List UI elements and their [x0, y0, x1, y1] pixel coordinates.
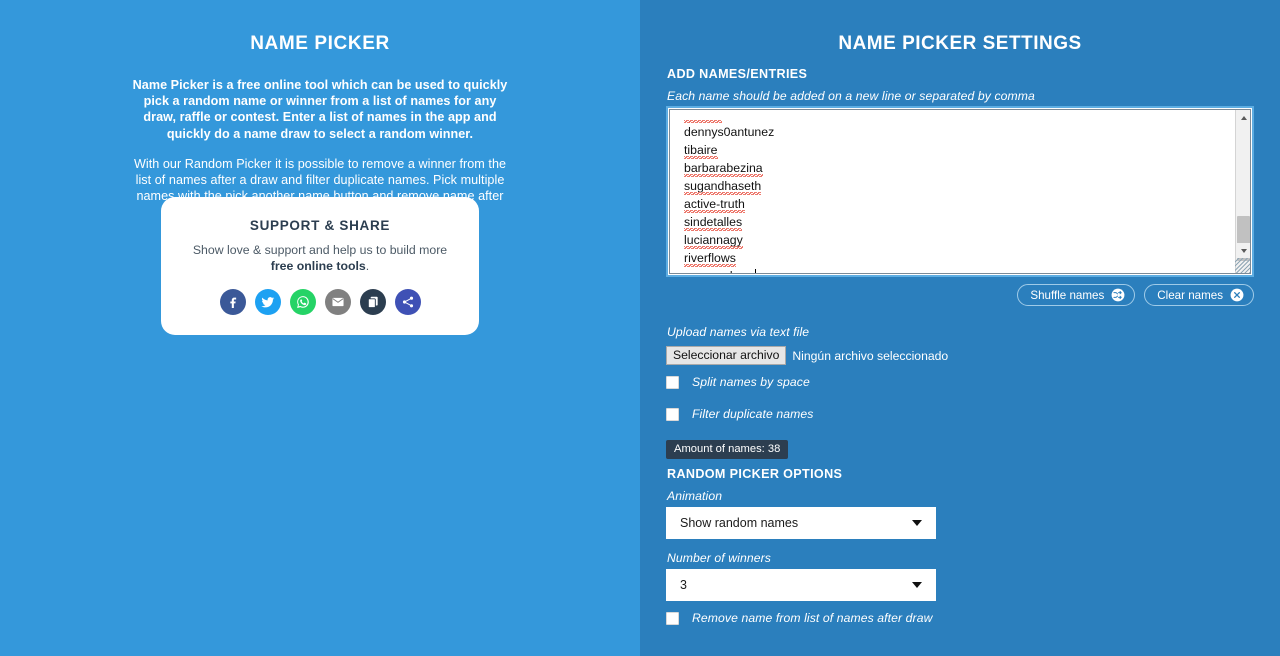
- whatsapp-share-icon[interactable]: [289, 289, 316, 315]
- list-item: sindetalles: [684, 215, 743, 231]
- winners-label: Number of winners: [667, 551, 771, 565]
- name-partial-scrolled: [684, 110, 722, 123]
- winners-select[interactable]: 3: [666, 569, 936, 601]
- add-names-hint: Each name should be added on a new line …: [667, 89, 1035, 103]
- facebook-share-icon[interactable]: [219, 289, 246, 315]
- animation-selected-value: Show random names: [680, 516, 799, 530]
- animation-label: Animation: [667, 489, 723, 503]
- list-item: riverflows: [684, 251, 736, 267]
- file-status-text: Ningún archivo seleccionado: [792, 348, 949, 363]
- shuffle-names-label: Shuffle names: [1030, 288, 1105, 302]
- page-title: NAME PICKER: [250, 33, 390, 54]
- support-subtitle-suffix: .: [365, 259, 370, 273]
- shuffle-names-button[interactable]: Shuffle names: [1017, 284, 1136, 306]
- list-item: sugandhaseth: [684, 179, 762, 195]
- support-card-subtitle: Show love & support and help us to build…: [181, 242, 459, 274]
- filter-duplicates-option[interactable]: Filter duplicate names: [666, 407, 813, 421]
- left-info-panel: NAME PICKER Name Picker is a free online…: [0, 0, 640, 656]
- share-button-row: [181, 289, 459, 315]
- split-names-option[interactable]: Split names by space: [666, 375, 810, 389]
- upload-label: Upload names via text file: [667, 325, 810, 339]
- names-action-buttons: Shuffle names Clear names: [1017, 284, 1254, 306]
- list-item: tibaire: [684, 143, 718, 159]
- remove-after-draw-option[interactable]: Remove name from list of names after dra…: [666, 611, 933, 625]
- select-file-button[interactable]: Seleccionar archivo: [666, 346, 787, 365]
- winners-selected-value: 3: [680, 578, 687, 592]
- chevron-down-icon: [912, 520, 922, 526]
- name-picker-app: NAME PICKER Name Picker is a free online…: [0, 0, 1280, 656]
- support-subtitle-prefix: Show love & support and help us to build…: [192, 243, 448, 257]
- remove-after-draw-checkbox[interactable]: [666, 611, 679, 625]
- scroll-up-icon[interactable]: [1236, 110, 1250, 125]
- picker-options-heading: RANDOM PICKER OPTIONS: [667, 467, 843, 481]
- clear-names-label: Clear names: [1157, 288, 1223, 302]
- support-and-share-card: SUPPORT & SHARE Show love & support and …: [161, 197, 479, 335]
- share-icon[interactable]: [394, 289, 421, 315]
- split-names-checkbox[interactable]: [666, 375, 679, 389]
- support-subtitle-bold: free online tools: [270, 259, 366, 273]
- list-item: barbarabezina: [684, 161, 763, 177]
- split-names-label: Split names by space: [692, 375, 810, 389]
- list-item: luciannagy: [684, 233, 743, 249]
- textarea-scrollbar[interactable]: [1235, 110, 1250, 273]
- list-item: reverendrum: [684, 267, 1235, 273]
- add-names-heading: ADD NAMES/ENTRIES: [667, 67, 808, 81]
- filter-duplicates-label: Filter duplicate names: [692, 407, 814, 421]
- file-upload-row: Seleccionar archivo Ningún archivo selec…: [666, 346, 948, 365]
- clear-names-button[interactable]: Clear names: [1144, 284, 1254, 306]
- names-textarea-inner[interactable]: dennys0antunez tibaire barbarabezina sug…: [669, 109, 1251, 274]
- animation-select[interactable]: Show random names: [666, 507, 936, 539]
- names-textarea[interactable]: dennys0antunez tibaire barbarabezina sug…: [666, 106, 1254, 277]
- intro-paragraph-1: Name Picker is a free online tool which …: [132, 78, 508, 141]
- textarea-resize-handle[interactable]: [1235, 258, 1250, 273]
- names-count-badge: Amount of names: 38: [666, 440, 789, 459]
- email-share-icon[interactable]: [324, 289, 351, 315]
- filter-duplicates-checkbox[interactable]: [666, 407, 679, 421]
- close-circle-icon: [1230, 288, 1244, 302]
- settings-title: NAME PICKER SETTINGS: [838, 33, 1082, 54]
- text-caret: [754, 269, 756, 273]
- list-item: active-truth: [684, 197, 745, 213]
- support-card-title: SUPPORT & SHARE: [249, 218, 391, 233]
- shuffle-icon: [1111, 288, 1125, 302]
- copy-link-icon[interactable]: [359, 289, 386, 315]
- settings-panel: NAME PICKER SETTINGS ADD NAMES/ENTRIES E…: [640, 0, 1280, 656]
- list-item: dennys0antunez: [684, 125, 775, 139]
- remove-after-draw-label: Remove name from list of names after dra…: [692, 611, 933, 625]
- chevron-down-icon: [912, 582, 922, 588]
- names-list[interactable]: dennys0antunez tibaire barbarabezina sug…: [670, 110, 1235, 273]
- list-item: [684, 110, 1235, 123]
- scroll-down-icon[interactable]: [1236, 243, 1250, 258]
- twitter-share-icon[interactable]: [254, 289, 281, 315]
